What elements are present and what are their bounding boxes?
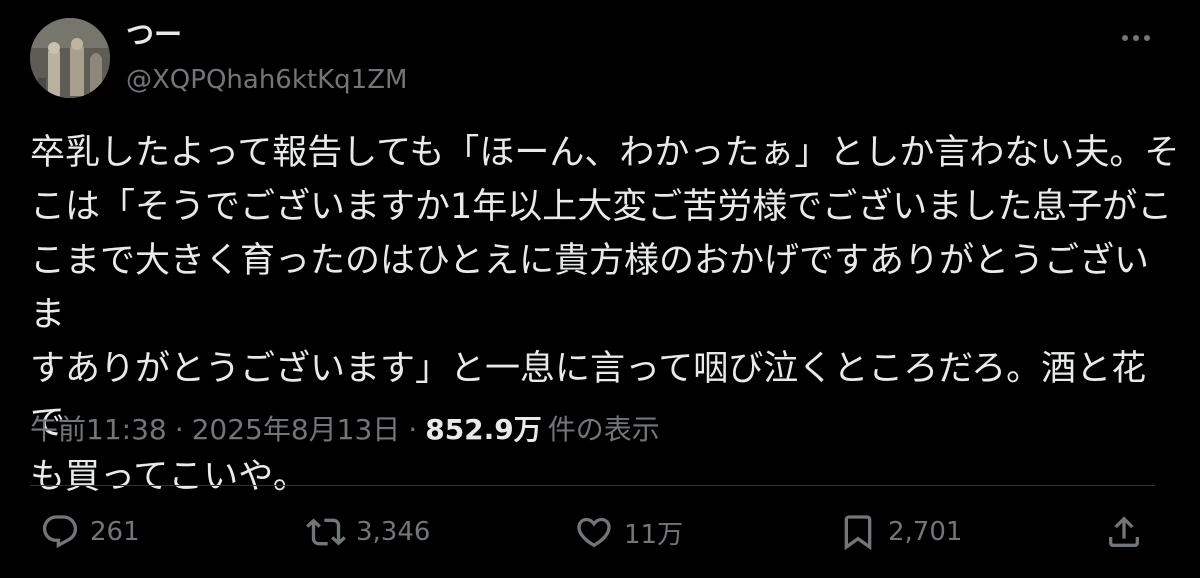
tweet-date[interactable]: 2025年8月13日 xyxy=(192,410,401,450)
more-options-button[interactable] xyxy=(1116,24,1156,52)
divider xyxy=(30,485,1155,486)
tweet-card: つー @XQPQhah6ktKq1ZM 卒乳したよって報告しても「ほーん、わかっ… xyxy=(0,0,1200,578)
bookmark-button[interactable]: 2,701 xyxy=(838,510,962,554)
bookmark-icon xyxy=(844,515,872,551)
meta-separator: · xyxy=(408,413,418,446)
more-dots-icon xyxy=(1122,35,1150,41)
tweet-time[interactable]: 午前11:38 xyxy=(30,410,167,450)
reply-button[interactable]: 261 xyxy=(40,510,140,554)
retweet-icon xyxy=(306,518,346,546)
avatar-image xyxy=(30,18,110,98)
share-button[interactable] xyxy=(1104,510,1144,554)
views-label: 件の表示 xyxy=(547,413,660,446)
share-upload-icon xyxy=(1109,516,1139,547)
heart-icon xyxy=(577,517,611,548)
tweet-meta: 午前11:38 · 2025年8月13日 · 852.9万 件の表示 xyxy=(30,410,660,450)
reply-bubble-icon xyxy=(42,515,78,549)
like-button[interactable]: 11万 xyxy=(574,510,683,554)
views-count[interactable]: 852.9万 xyxy=(425,410,542,450)
display-name[interactable]: つー xyxy=(126,18,182,52)
bookmark-count: 2,701 xyxy=(888,517,963,547)
retweet-count: 3,346 xyxy=(356,517,431,547)
avatar[interactable] xyxy=(30,18,110,98)
user-handle[interactable]: @XQPQhah6ktKq1ZM xyxy=(126,64,407,96)
like-count: 11万 xyxy=(624,519,684,550)
meta-separator: · xyxy=(174,413,184,446)
retweet-button[interactable]: 3,346 xyxy=(306,510,430,554)
reply-count: 261 xyxy=(90,517,140,547)
